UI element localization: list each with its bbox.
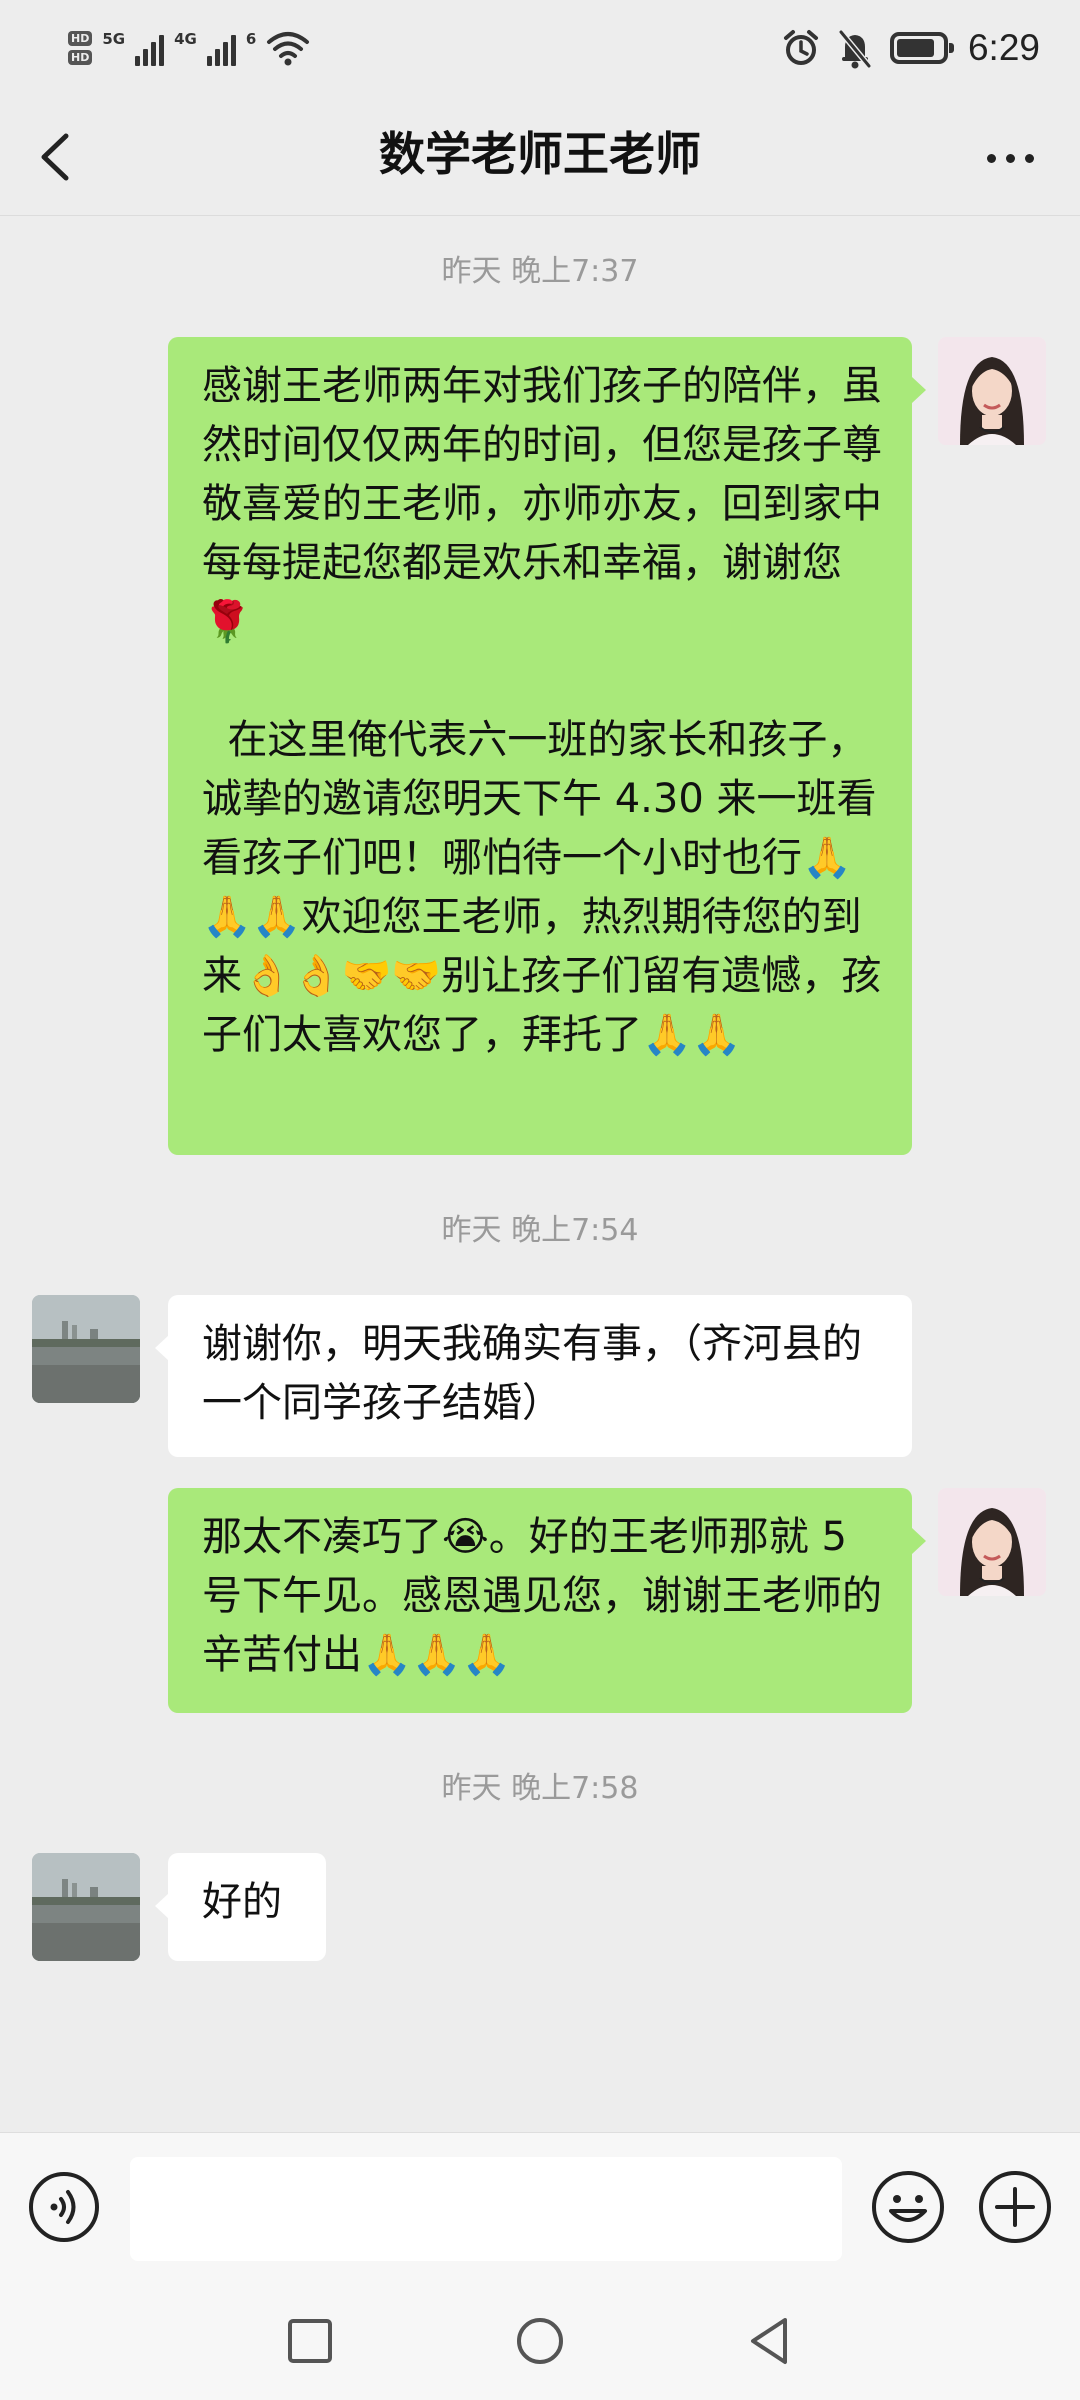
contact-avatar[interactable]: [32, 1295, 140, 1403]
recent-apps-icon[interactable]: [275, 2306, 345, 2376]
bubble-tail: [912, 377, 926, 403]
signal-5g-icon: [135, 30, 165, 66]
home-icon[interactable]: [505, 2306, 575, 2376]
bell-off-icon: [838, 30, 872, 69]
message-timestamp: 昨天 晚上7:37: [441, 254, 639, 289]
network-5g-label: 5G: [102, 30, 126, 48]
back-triangle-icon[interactable]: [735, 2306, 805, 2376]
hd-badge: HD: [68, 31, 93, 46]
message-timestamp: 昨天 晚上7:54: [441, 1213, 639, 1248]
status-right: 6:29: [782, 26, 1040, 70]
voice-icon[interactable]: [28, 2171, 100, 2243]
self-avatar-image: [938, 337, 1046, 445]
network-4g-label: 4G: [174, 30, 197, 48]
alarm-icon: [783, 30, 818, 65]
message-bubble-other[interactable]: 好的: [168, 1853, 326, 1961]
message-input[interactable]: [130, 2157, 842, 2261]
message-timestamp: 昨天 晚上7:58: [441, 1771, 639, 1806]
chat-title: 数学老师王老师: [379, 127, 701, 181]
bubble-tail: [155, 1893, 169, 1919]
chat-header: 数学老师王老师: [0, 100, 1080, 216]
bubble-tail: [155, 1335, 169, 1361]
battery-icon: [889, 32, 954, 64]
self-avatar[interactable]: [938, 1488, 1046, 1596]
wifi-icon: [267, 32, 310, 66]
system-nav-bar: [0, 2282, 1080, 2400]
contact-avatar-image: [32, 1853, 140, 1961]
contact-avatar-image: [32, 1295, 140, 1403]
plus-icon[interactable]: [977, 2169, 1053, 2245]
status-left: HD HD 5G 4G 6: [68, 28, 310, 68]
hd-badges: HD HD: [68, 31, 93, 65]
bubble-tail: [912, 1528, 926, 1554]
signal-4g-icon: [206, 30, 236, 66]
self-avatar[interactable]: [938, 337, 1046, 445]
message-bubble-self[interactable]: 那太不凑巧了😭。好的王老师那就 5 号下午见。感恩遇见您，谢谢王老师的辛苦付出🙏…: [168, 1488, 912, 1713]
emoji-icon[interactable]: [870, 2169, 946, 2245]
input-bar: [0, 2132, 1080, 2283]
chat-screen: HD HD 5G 4G 6 6:29 数学老师王老师 昨天 晚上7:37 感谢王…: [0, 0, 1080, 2400]
hd-badge: HD: [68, 50, 93, 65]
more-dots-icon[interactable]: [970, 128, 1050, 188]
message-bubble-other[interactable]: 谢谢你，明天我确实有事，（齐河县的一个同学孩子结婚）: [168, 1295, 912, 1457]
self-avatar-image: [938, 1488, 1046, 1596]
wifi-6-label: 6: [245, 30, 257, 48]
battery-level: [896, 39, 934, 57]
message-bubble-self[interactable]: 感谢王老师两年对我们孩子的陪伴，虽然时间仅仅两年的时间，但您是孩子尊敬喜爱的王老…: [168, 337, 912, 1155]
status-time: 6:29: [967, 27, 1040, 68]
status-bar: HD HD 5G 4G 6 6:29: [0, 0, 1080, 100]
contact-avatar[interactable]: [32, 1853, 140, 1961]
